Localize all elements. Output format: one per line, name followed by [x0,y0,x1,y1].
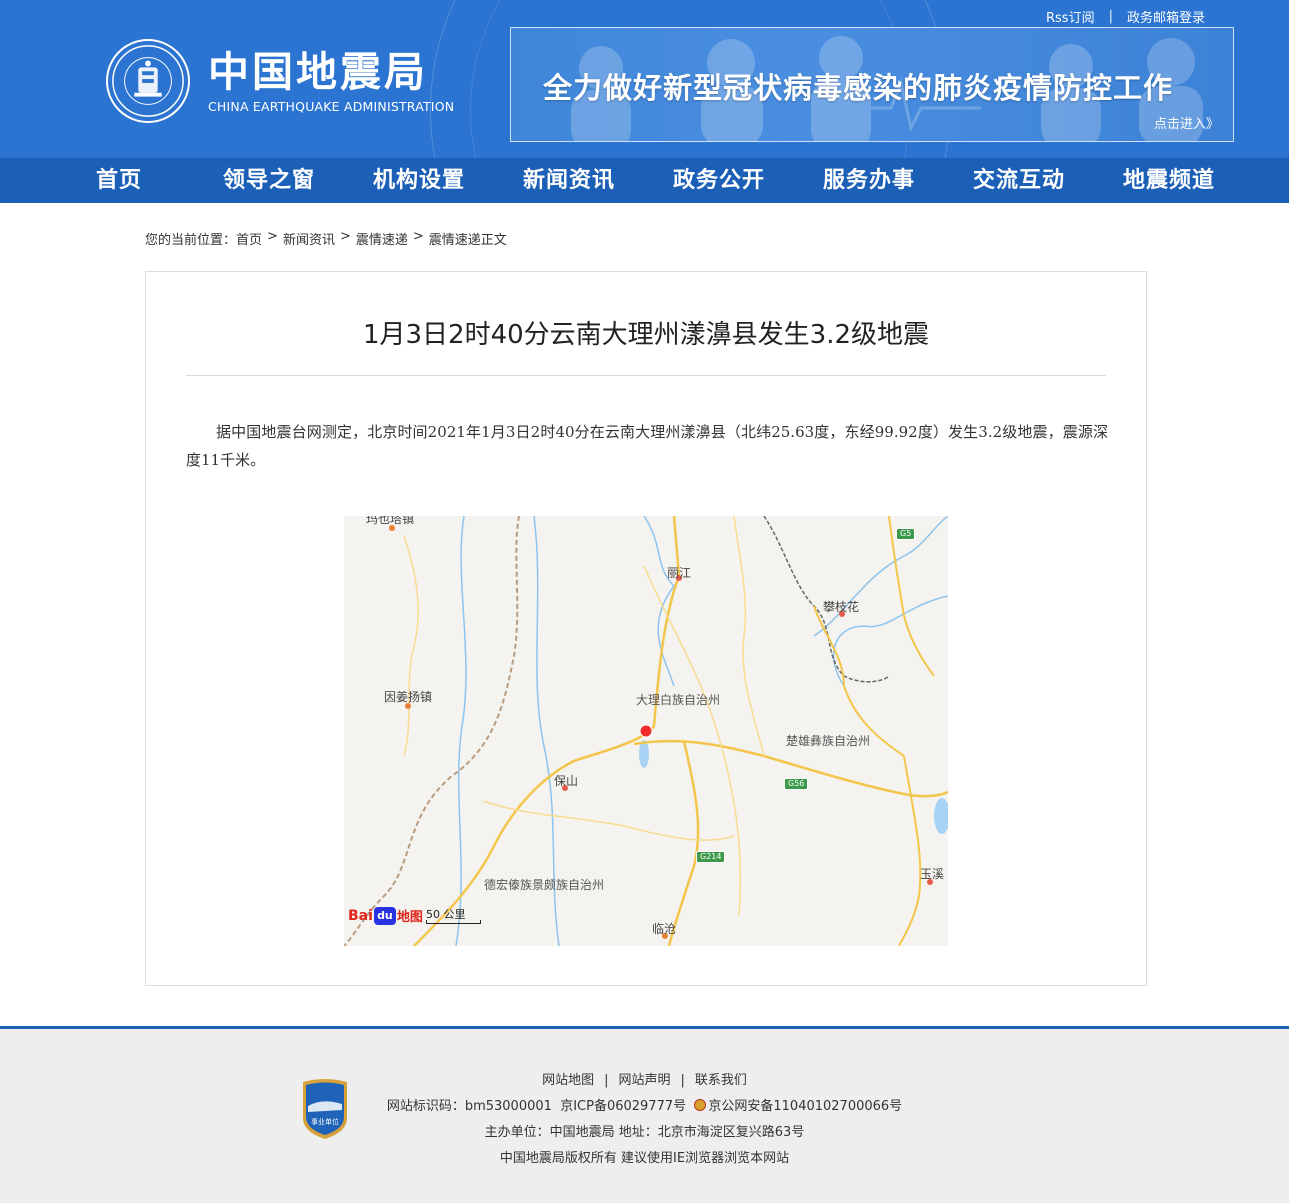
breadcrumb-prefix: 您的当前位置： [145,233,237,248]
highway-shield-g56: G56 [784,778,809,790]
banner-enter-link[interactable]: 点击进入》 [1154,113,1219,132]
article-panel: 1月3日2时40分云南大理州漾濞县发生3.2级地震 据中国地震台网测定，北京时间… [145,271,1147,986]
footer-sponsor: 主办单位：中国地震局 地址：北京市海淀区复兴路63号 [484,1125,805,1140]
divider: | [680,1073,685,1088]
nav-item-organization[interactable]: 机构设置 [344,158,494,203]
breadcrumb-separator: > [267,229,278,244]
breadcrumb-home[interactable]: 首页 [236,229,262,248]
logo-subtitle: CHINA EARTHQUAKE ADMINISTRATION [208,98,455,114]
footer-links: 网站地图 | 网站声明 | 联系我们 [0,1068,1289,1094]
footer-link-statement[interactable]: 网站声明 [618,1073,670,1088]
divider: | [604,1073,609,1088]
map-label-panzhihua: 攀枝花 [823,600,860,614]
map-terrain [344,516,948,946]
site-header: Rss订阅 | 政务邮箱登录 中国地震局 CHINA EARTHQUAKE AD… [0,0,1289,158]
epidemic-banner[interactable]: 全力做好新型冠状病毒感染的肺炎疫情防控工作 点击进入》 [510,27,1234,142]
top-links: Rss订阅 | 政务邮箱登录 [1046,7,1205,26]
highway-shield-g5: G5 [896,528,916,540]
footer-link-sitemap[interactable]: 网站地图 [542,1073,594,1088]
nav-item-leaders[interactable]: 领导之窗 [194,158,344,203]
baidu-logo-suffix: 地图 [396,910,423,925]
banner-slogan: 全力做好新型冠状病毒感染的肺炎疫情防控工作 [543,71,1174,105]
breadcrumb-separator: > [412,229,424,244]
footer-copyright: 中国地震局版权所有 建议使用IE浏览器浏览本网站 [499,1151,790,1166]
police-badge-icon [694,1099,707,1111]
map-label-dali: 大理白族自治州 [636,693,721,707]
baidu-paw-icon: du [373,906,396,925]
police-record-link[interactable]: 京公网安备11040102700066号 [708,1099,902,1114]
article-title: 1月3日2时40分云南大理州漾濞县发生3.2级地震 [362,320,930,350]
title-divider [186,375,1106,376]
nav-item-news[interactable]: 新闻资讯 [494,158,644,203]
map-scale-bar [426,920,481,924]
site-footer: 事业单位 网站地图 | 网站声明 | 联系我们 网站标识码：bm53000001 京IC… [0,1026,1289,1203]
site-id-text: 网站标识码：bm53000001 [386,1099,552,1114]
map-label-lijiang: 丽江 [667,566,692,580]
nav-item-home[interactable]: 首页 [44,158,194,203]
map-label-yuxi: 玉溪 [920,867,945,881]
rss-link[interactable]: Rss订阅 [1046,7,1095,26]
baidu-map-logo: Bai du 地图 [348,906,423,925]
nav-item-interaction[interactable]: 交流互动 [944,158,1094,203]
highway-shield-g214: G214 [696,851,726,863]
emblem-icon [106,39,190,123]
article-body: 据中国地震台网测定，北京时间2021年1月3日2时40分在云南大理州漾濞县（北纬… [186,423,1108,469]
map-scale: 50 公里 [426,906,481,924]
nav-item-earthquake-channel[interactable]: 地震频道 [1094,158,1244,203]
footer-link-contact[interactable]: 联系我们 [695,1073,747,1088]
breadcrumb-news[interactable]: 新闻资讯 [283,229,335,248]
breadcrumb-current: 震情速递正文 [428,233,507,248]
nav-item-gov-affairs[interactable]: 政务公开 [644,158,794,203]
divider: | [1108,9,1113,24]
mail-login-link[interactable]: 政务邮箱登录 [1127,7,1205,26]
map-label-baoshan: 保山 [554,774,579,788]
icp-link[interactable]: 京ICP备06029777号 [560,1099,686,1114]
map-label-town: 玛也塔镇 [366,516,415,526]
site-logo[interactable]: 中国地震局 CHINA EARTHQUAKE ADMINISTRATION [106,39,454,123]
baidu-logo-text: Bai [348,907,373,924]
map-label-lincang: 临沧 [652,922,677,936]
map-label-dehong: 德宏傣族景颇族自治州 [484,878,605,892]
nav-item-services[interactable]: 服务办事 [794,158,944,203]
breadcrumb-separator: > [339,229,351,244]
breadcrumb: 您的当前位置： 首页 > 新闻资讯 > 震情速递 > 震情速递正文 [145,229,507,248]
map-label-yinjiang: 因姜扬镇 [384,690,433,704]
main-nav: 首页 领导之窗 机构设置 新闻资讯 政务公开 服务办事 交流互动 地震频道 [0,158,1289,203]
breadcrumb-quake-express[interactable]: 震情速递 [356,229,408,248]
map-label-chuxiong: 楚雄彝族自治州 [786,734,871,748]
footer-registration: 网站标识码：bm53000001 京ICP备06029777号 京公网安备110… [0,1094,1289,1120]
epicenter-map[interactable]: 玛也塔镇 丽江 攀枝花 因姜扬镇 大理白族自治州 楚雄彝族自治州 保山 德宏傣族… [344,516,948,946]
logo-title: 中国地震局 [208,47,428,96]
